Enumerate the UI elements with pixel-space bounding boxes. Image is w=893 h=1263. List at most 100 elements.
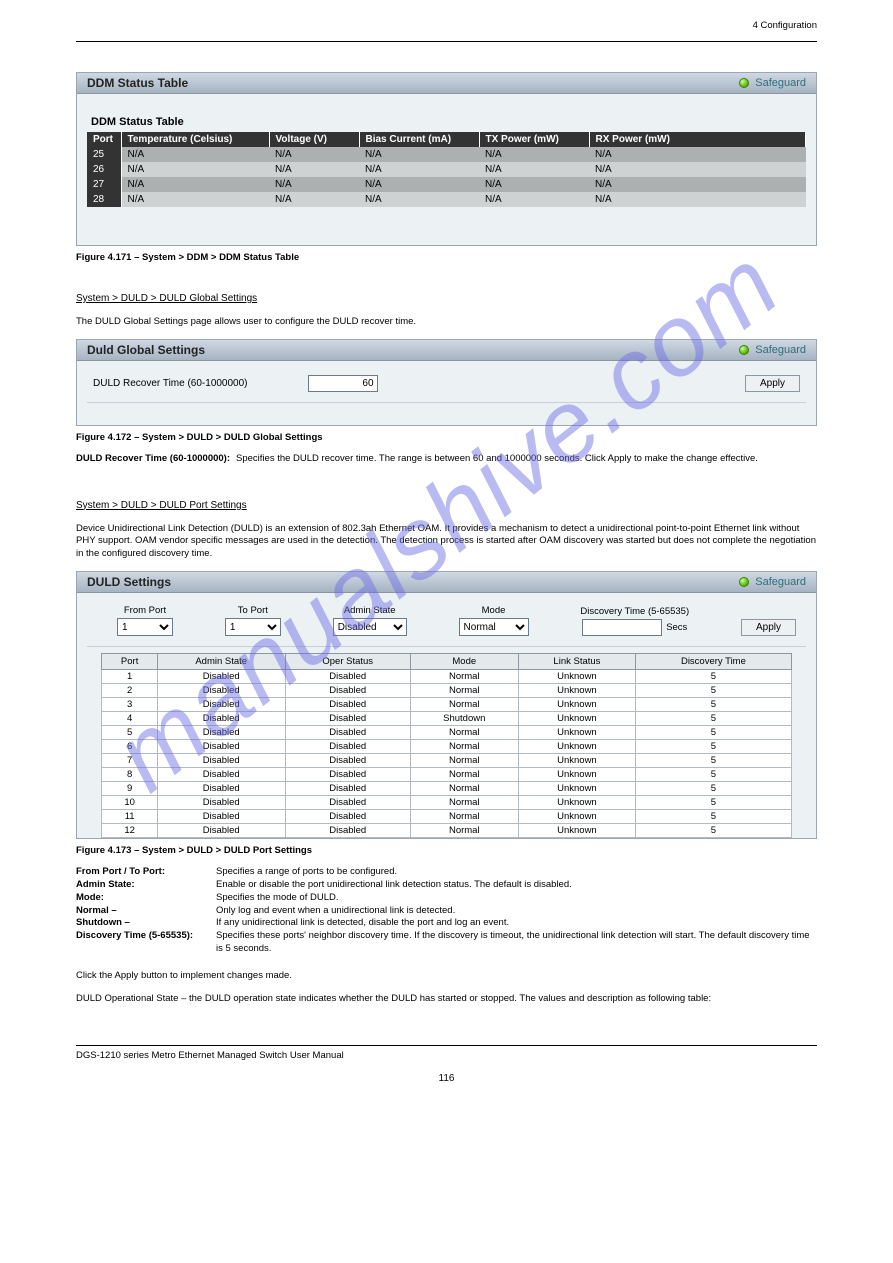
duld-global-title: Duld Global Settings — [87, 343, 205, 357]
th-admin: Admin State — [157, 654, 285, 670]
table-cell: Disabled — [157, 740, 285, 754]
field-desc: Specifies a range of ports to be configu… — [216, 866, 817, 879]
fig2-caption: Figure 4.172 – System > DULD > DULD Glob… — [76, 432, 817, 443]
table-cell: Disabled — [157, 726, 285, 740]
table-cell: 27 — [87, 177, 121, 192]
table-cell: Unknown — [518, 670, 636, 684]
to-port-field: To Port 1 — [225, 605, 281, 636]
table-cell: Normal — [410, 782, 518, 796]
table-cell: 4 — [102, 712, 158, 726]
safeguard-icon — [739, 345, 749, 355]
to-port-select[interactable]: 1 — [225, 618, 281, 636]
text-duld-port: Device Unidirectional Link Detection (DU… — [76, 523, 817, 561]
table-cell: N/A — [479, 162, 589, 177]
mode-label: Mode — [482, 605, 506, 616]
table-cell: Unknown — [518, 810, 636, 824]
th-link: Link Status — [518, 654, 636, 670]
from-port-field: From Port 1 — [117, 605, 173, 636]
table-cell: Disabled — [285, 684, 410, 698]
table-cell: 5 — [102, 726, 158, 740]
table-cell: N/A — [269, 147, 359, 162]
table-cell: N/A — [121, 147, 269, 162]
table-cell: Normal — [410, 796, 518, 810]
duld-recover-input[interactable] — [308, 375, 378, 392]
table-row: 28N/AN/AN/AN/AN/A — [87, 192, 806, 207]
apply-button[interactable]: Apply — [745, 375, 800, 392]
table-cell: N/A — [121, 192, 269, 207]
apply-field: Apply — [741, 606, 796, 636]
table-cell: N/A — [589, 192, 806, 207]
table-row: 1DisabledDisabledNormalUnknown5 — [102, 670, 791, 684]
page-bottom-rule — [76, 1045, 817, 1046]
table-cell: Disabled — [157, 684, 285, 698]
table-cell: N/A — [589, 162, 806, 177]
table-cell: Unknown — [518, 768, 636, 782]
table-cell: Unknown — [518, 824, 636, 838]
field-row: From Port / To Port:Specifies a range of… — [76, 866, 817, 879]
ddm-th-rx: RX Power (mW) — [589, 132, 806, 147]
table-row: 12DisabledDisabledNormalUnknown5 — [102, 824, 791, 838]
to-port-label: To Port — [238, 605, 268, 616]
table-cell: Disabled — [157, 810, 285, 824]
from-port-select[interactable]: 1 — [117, 618, 173, 636]
table-cell: Disabled — [157, 754, 285, 768]
duld-port-title: DULD Settings — [87, 575, 171, 589]
table-cell: Disabled — [285, 796, 410, 810]
duld-apply-line: Click the Apply button to implement chan… — [76, 970, 817, 983]
table-cell: 10 — [102, 796, 158, 810]
table-cell: N/A — [479, 192, 589, 207]
table-row: 4DisabledDisabledShutdownUnknown5 — [102, 712, 791, 726]
table-cell: Unknown — [518, 726, 636, 740]
duld-state-line: DULD Operational State – the DULD operat… — [76, 993, 817, 1006]
duld-global-panel: Duld Global Settings Safeguard DULD Reco… — [76, 339, 817, 426]
admin-state-select[interactable]: Disabled — [333, 618, 407, 636]
duld-port-form: From Port 1 To Port 1 Admin State Disabl… — [87, 601, 806, 647]
figure-ddm-status: DDM Status Table Safeguard DDM Status Ta… — [76, 72, 817, 246]
mode-field: Mode Normal — [459, 605, 529, 636]
table-cell: Disabled — [157, 768, 285, 782]
discovery-time-input[interactable] — [582, 619, 662, 636]
safeguard-indicator: Safeguard — [739, 576, 806, 588]
table-cell: Normal — [410, 684, 518, 698]
table-cell: Normal — [410, 768, 518, 782]
ddm-th-bias: Bias Current (mA) — [359, 132, 479, 147]
table-cell: Disabled — [157, 796, 285, 810]
duld-port-panel: DULD Settings Safeguard From Port 1 To P… — [76, 571, 817, 839]
mode-select[interactable]: Normal — [459, 618, 529, 636]
secs-label: Secs — [666, 622, 687, 633]
field-name: DULD Recover Time (60-1000000): — [76, 453, 236, 466]
page-header-right: 4 Configuration — [40, 20, 817, 31]
table-cell: N/A — [269, 177, 359, 192]
page-top-rule — [76, 41, 817, 42]
field-desc: Specifies the DULD recover time. The ran… — [236, 453, 817, 466]
apply-button[interactable]: Apply — [741, 619, 796, 636]
table-cell: Disabled — [285, 810, 410, 824]
field-desc: Enable or disable the port unidirectiona… — [216, 879, 817, 892]
table-cell: 5 — [636, 684, 791, 698]
duld-port-field-table: From Port / To Port:Specifies a range of… — [76, 866, 817, 956]
table-cell: N/A — [359, 162, 479, 177]
safeguard-icon — [739, 577, 749, 587]
table-cell: 9 — [102, 782, 158, 796]
table-cell: 5 — [636, 740, 791, 754]
table-cell: Unknown — [518, 782, 636, 796]
th-oper: Oper Status — [285, 654, 410, 670]
table-cell: 28 — [87, 192, 121, 207]
admin-state-field: Admin State Disabled — [333, 605, 407, 636]
safeguard-icon — [739, 78, 749, 88]
table-cell: N/A — [479, 147, 589, 162]
table-row: 27N/AN/AN/AN/AN/A — [87, 177, 806, 192]
table-cell: N/A — [269, 192, 359, 207]
table-row: 11DisabledDisabledNormalUnknown5 — [102, 810, 791, 824]
table-row: 6DisabledDisabledNormalUnknown5 — [102, 740, 791, 754]
table-cell: 5 — [636, 782, 791, 796]
table-cell: 8 — [102, 768, 158, 782]
table-cell: N/A — [269, 162, 359, 177]
duld-port-table: Port Admin State Oper Status Mode Link S… — [101, 653, 791, 838]
table-row: 8DisabledDisabledNormalUnknown5 — [102, 768, 791, 782]
table-cell: Disabled — [285, 740, 410, 754]
table-row: 26N/AN/AN/AN/AN/A — [87, 162, 806, 177]
field-desc: If any unidirectional link is detected, … — [216, 917, 817, 930]
field-row: Mode:Specifies the mode of DULD. — [76, 892, 817, 905]
duld-recover-group: DULD Recover Time (60-1000000) — [93, 375, 378, 392]
